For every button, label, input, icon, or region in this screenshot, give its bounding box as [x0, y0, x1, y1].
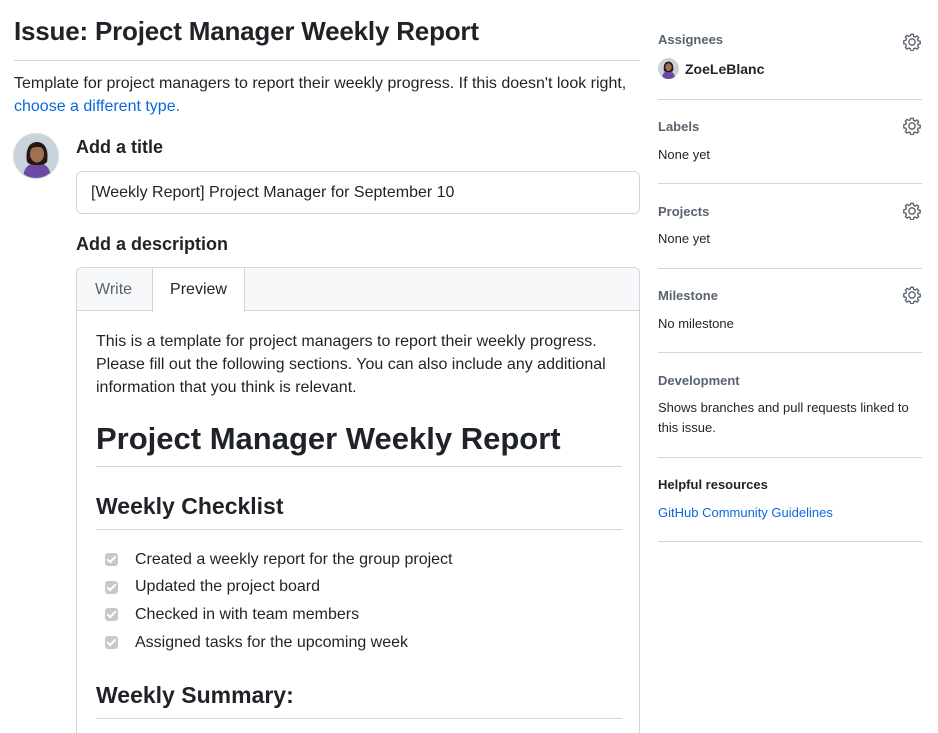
issue-title-input[interactable] — [76, 171, 640, 214]
checkbox — [105, 580, 118, 594]
checkbox — [105, 553, 118, 567]
task-label: Updated the project board — [135, 578, 321, 596]
title-divider — [14, 60, 640, 61]
labels-value: None yet — [658, 147, 711, 162]
editor-tabbar: Write Preview — [77, 268, 639, 312]
task-list-item: Updated the project board — [96, 574, 622, 602]
description-field-label: Add a description — [76, 234, 229, 254]
development-heading: Development — [658, 373, 740, 388]
avatar — [13, 133, 59, 179]
checkbox — [105, 636, 118, 650]
gear-icon[interactable] — [903, 33, 921, 51]
preview-intro: This is a template for project managers … — [96, 333, 606, 396]
sidebar-divider — [658, 268, 922, 269]
page-title: Issue: Project Manager Weekly Report — [14, 16, 479, 46]
template-intro-text: Template for project managers to report … — [14, 75, 627, 92]
assignee-name[interactable]: ZoeLeBlanc — [685, 61, 764, 77]
tab-preview[interactable]: Preview — [152, 268, 245, 312]
sidebar-divider — [658, 183, 922, 184]
task-list-item: Checked in with team members — [96, 601, 622, 629]
preview-heading: Project Manager Weekly Report — [96, 421, 622, 467]
milestone-heading: Milestone — [658, 288, 718, 303]
markdown-preview: This is a template for project managers … — [96, 330, 622, 720]
template-intro: Template for project managers to report … — [14, 72, 644, 118]
title-field-label: Add a title — [76, 137, 164, 157]
task-list-item: Assigned tasks for the upcoming week — [96, 629, 622, 657]
task-label: Assigned tasks for the upcoming week — [135, 633, 409, 651]
avatar-image — [14, 134, 58, 178]
gear-icon[interactable] — [903, 286, 921, 304]
helpful-resources-heading: Helpful resources — [658, 477, 768, 492]
assignee-avatar-image — [658, 58, 679, 79]
labels-heading: Labels — [658, 119, 700, 134]
sidebar-divider — [658, 99, 922, 100]
assignee-item[interactable]: ZoeLeBlanc — [658, 58, 764, 79]
assignee-avatar — [658, 58, 679, 79]
sidebar-divider — [658, 457, 922, 458]
gear-icon[interactable] — [903, 117, 921, 135]
choose-different-type-link[interactable]: choose a different type. — [14, 98, 180, 115]
task-label: Checked in with team members — [135, 605, 360, 623]
development-text: Shows branches and pull requests linked … — [658, 400, 909, 435]
tab-write[interactable]: Write — [77, 268, 150, 311]
projects-heading: Projects — [658, 204, 710, 219]
sidebar-divider — [658, 541, 922, 542]
checkbox — [105, 608, 118, 622]
description-editor: Write Preview This is a template for pro… — [76, 267, 640, 733]
assignees-heading: Assignees — [658, 32, 724, 47]
task-list: Created a weekly report for the group pr… — [96, 546, 622, 656]
checklist-heading: Weekly Checklist — [96, 493, 622, 530]
task-label: Created a weekly report for the group pr… — [135, 550, 453, 568]
task-list-item: Created a weekly report for the group pr… — [96, 546, 622, 574]
milestone-value: No milestone — [658, 316, 734, 331]
community-guidelines-link[interactable]: GitHub Community Guidelines — [658, 503, 833, 523]
gear-icon[interactable] — [903, 202, 921, 220]
projects-value: None yet — [658, 231, 711, 246]
sidebar-divider — [658, 352, 922, 353]
summary-heading: Weekly Summary: — [96, 682, 622, 720]
